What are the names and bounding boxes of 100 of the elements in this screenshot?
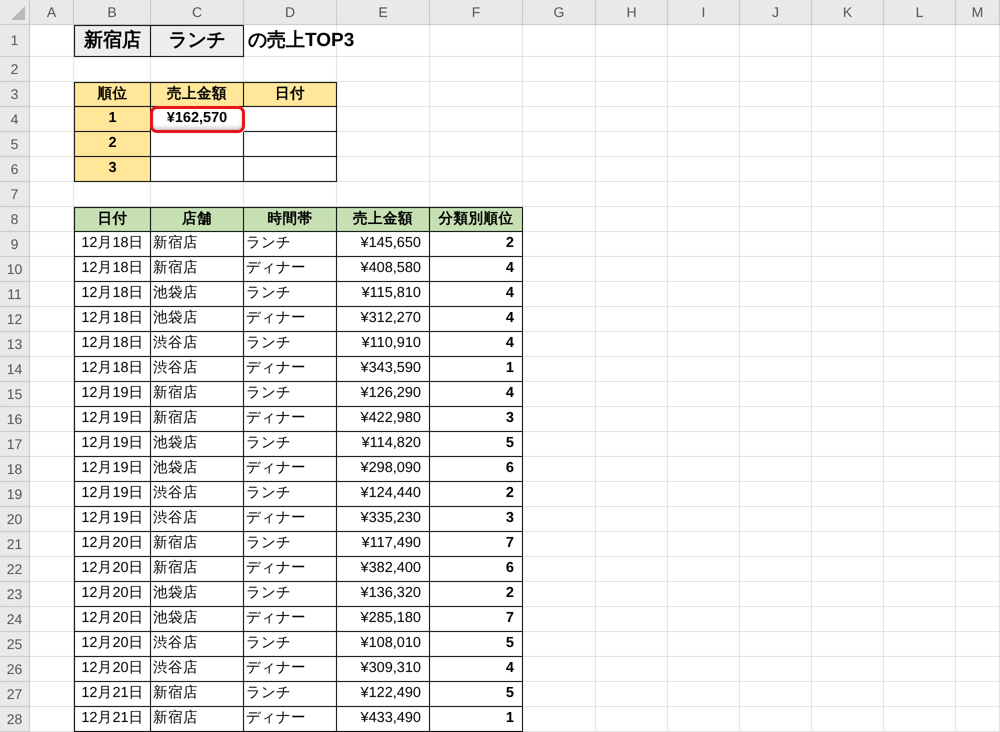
- table-cell: 新宿店: [151, 257, 244, 282]
- table-cell: 3: [430, 407, 523, 432]
- row-number[interactable]: 18: [0, 457, 30, 482]
- row-number[interactable]: 19: [0, 482, 30, 507]
- table-cell: 12月20日: [74, 657, 151, 682]
- column-header-label[interactable]: C: [151, 0, 244, 25]
- table-cell: 12月18日: [74, 257, 151, 282]
- row-number[interactable]: 17: [0, 432, 30, 457]
- table-cell: ランチ: [244, 232, 337, 257]
- table-cell: ランチ: [244, 682, 337, 707]
- row-number[interactable]: 10: [0, 257, 30, 282]
- row-number[interactable]: 21: [0, 532, 30, 557]
- row-number[interactable]: 13: [0, 332, 30, 357]
- table-cell: 12月19日: [74, 432, 151, 457]
- table-cell: 新宿店: [151, 382, 244, 407]
- table-cell: ¥145,650: [337, 232, 430, 257]
- column-header-label[interactable]: I: [668, 0, 740, 25]
- row-number[interactable]: 14: [0, 357, 30, 382]
- row-number[interactable]: 22: [0, 557, 30, 582]
- title-text: の売上TOP3: [247, 28, 356, 53]
- row-number[interactable]: 2: [0, 57, 30, 82]
- rank-cell: 3: [74, 157, 151, 182]
- table-cell: ディナー: [244, 457, 337, 482]
- row-number[interactable]: 4: [0, 107, 30, 132]
- table-cell: 渋谷店: [151, 507, 244, 532]
- row-number[interactable]: 20: [0, 507, 30, 532]
- row-number[interactable]: 6: [0, 157, 30, 182]
- column-header-label[interactable]: M: [956, 0, 1000, 25]
- column-header-label[interactable]: L: [884, 0, 956, 25]
- row-number[interactable]: 27: [0, 682, 30, 707]
- rank-cell: 2: [74, 132, 151, 157]
- table-cell: 12月20日: [74, 582, 151, 607]
- table-cell: 4: [430, 657, 523, 682]
- amount-cell: ¥162,570: [151, 107, 244, 132]
- table-cell: 新宿店: [151, 682, 244, 707]
- table-cell: ¥408,580: [337, 257, 430, 282]
- table-cell: ランチ: [244, 532, 337, 557]
- row-number[interactable]: 23: [0, 582, 30, 607]
- table-cell: ディナー: [244, 707, 337, 732]
- table-cell: 渋谷店: [151, 657, 244, 682]
- column-header: 日付: [244, 82, 337, 107]
- column-header-label[interactable]: A: [30, 0, 74, 25]
- column-header-label[interactable]: H: [596, 0, 668, 25]
- table-cell: 12月20日: [74, 632, 151, 657]
- table-cell: 新宿店: [151, 232, 244, 257]
- table-cell: 12月19日: [74, 382, 151, 407]
- table-cell: ¥382,400: [337, 557, 430, 582]
- table-cell: ¥110,910: [337, 332, 430, 357]
- table-cell: ディナー: [244, 257, 337, 282]
- column-header-label[interactable]: G: [523, 0, 596, 25]
- table-cell: ランチ: [244, 482, 337, 507]
- row-number[interactable]: 7: [0, 182, 30, 207]
- table-cell: ランチ: [244, 382, 337, 407]
- row-number[interactable]: 1: [0, 25, 30, 57]
- table-cell: 4: [430, 332, 523, 357]
- row-number[interactable]: 24: [0, 607, 30, 632]
- table-cell: 4: [430, 282, 523, 307]
- table-cell: 渋谷店: [151, 482, 244, 507]
- table-cell: ¥312,270: [337, 307, 430, 332]
- table-cell: ¥422,980: [337, 407, 430, 432]
- table-cell: 12月20日: [74, 557, 151, 582]
- row-number[interactable]: 16: [0, 407, 30, 432]
- table-cell: ¥114,820: [337, 432, 430, 457]
- row-number[interactable]: 12: [0, 307, 30, 332]
- table-cell: 12月20日: [74, 532, 151, 557]
- table-cell: 5: [430, 632, 523, 657]
- column-header-label[interactable]: J: [740, 0, 812, 25]
- column-header: 分類別順位: [430, 207, 523, 232]
- table-cell: 渋谷店: [151, 332, 244, 357]
- row-number[interactable]: 26: [0, 657, 30, 682]
- table-cell: ¥136,320: [337, 582, 430, 607]
- table-cell: ディナー: [244, 307, 337, 332]
- table-cell: 4: [430, 382, 523, 407]
- row-number[interactable]: 9: [0, 232, 30, 257]
- select-all-icon[interactable]: [11, 6, 25, 20]
- table-cell: ランチ: [244, 332, 337, 357]
- table-cell: ¥108,010: [337, 632, 430, 657]
- row-number[interactable]: 3: [0, 82, 30, 107]
- table-cell: 5: [430, 682, 523, 707]
- row-number[interactable]: 5: [0, 132, 30, 157]
- rank-cell: 1: [74, 107, 151, 132]
- column-header-label[interactable]: K: [812, 0, 884, 25]
- table-cell: 6: [430, 557, 523, 582]
- table-cell: 12月18日: [74, 307, 151, 332]
- table-cell: ¥298,090: [337, 457, 430, 482]
- table-cell: ランチ: [244, 632, 337, 657]
- row-number[interactable]: 15: [0, 382, 30, 407]
- column-header-label[interactable]: D: [244, 0, 337, 25]
- row-number[interactable]: 28: [0, 707, 30, 732]
- row-number[interactable]: 8: [0, 207, 30, 232]
- column-header-label[interactable]: F: [430, 0, 523, 25]
- table-cell: 12月19日: [74, 407, 151, 432]
- column-header-label[interactable]: B: [74, 0, 151, 25]
- table-cell: ディナー: [244, 357, 337, 382]
- row-number[interactable]: 25: [0, 632, 30, 657]
- column-header: 順位: [74, 82, 151, 107]
- column-header-label[interactable]: E: [337, 0, 430, 25]
- column-header: 時間帯: [244, 207, 337, 232]
- table-cell: 1: [430, 357, 523, 382]
- row-number[interactable]: 11: [0, 282, 30, 307]
